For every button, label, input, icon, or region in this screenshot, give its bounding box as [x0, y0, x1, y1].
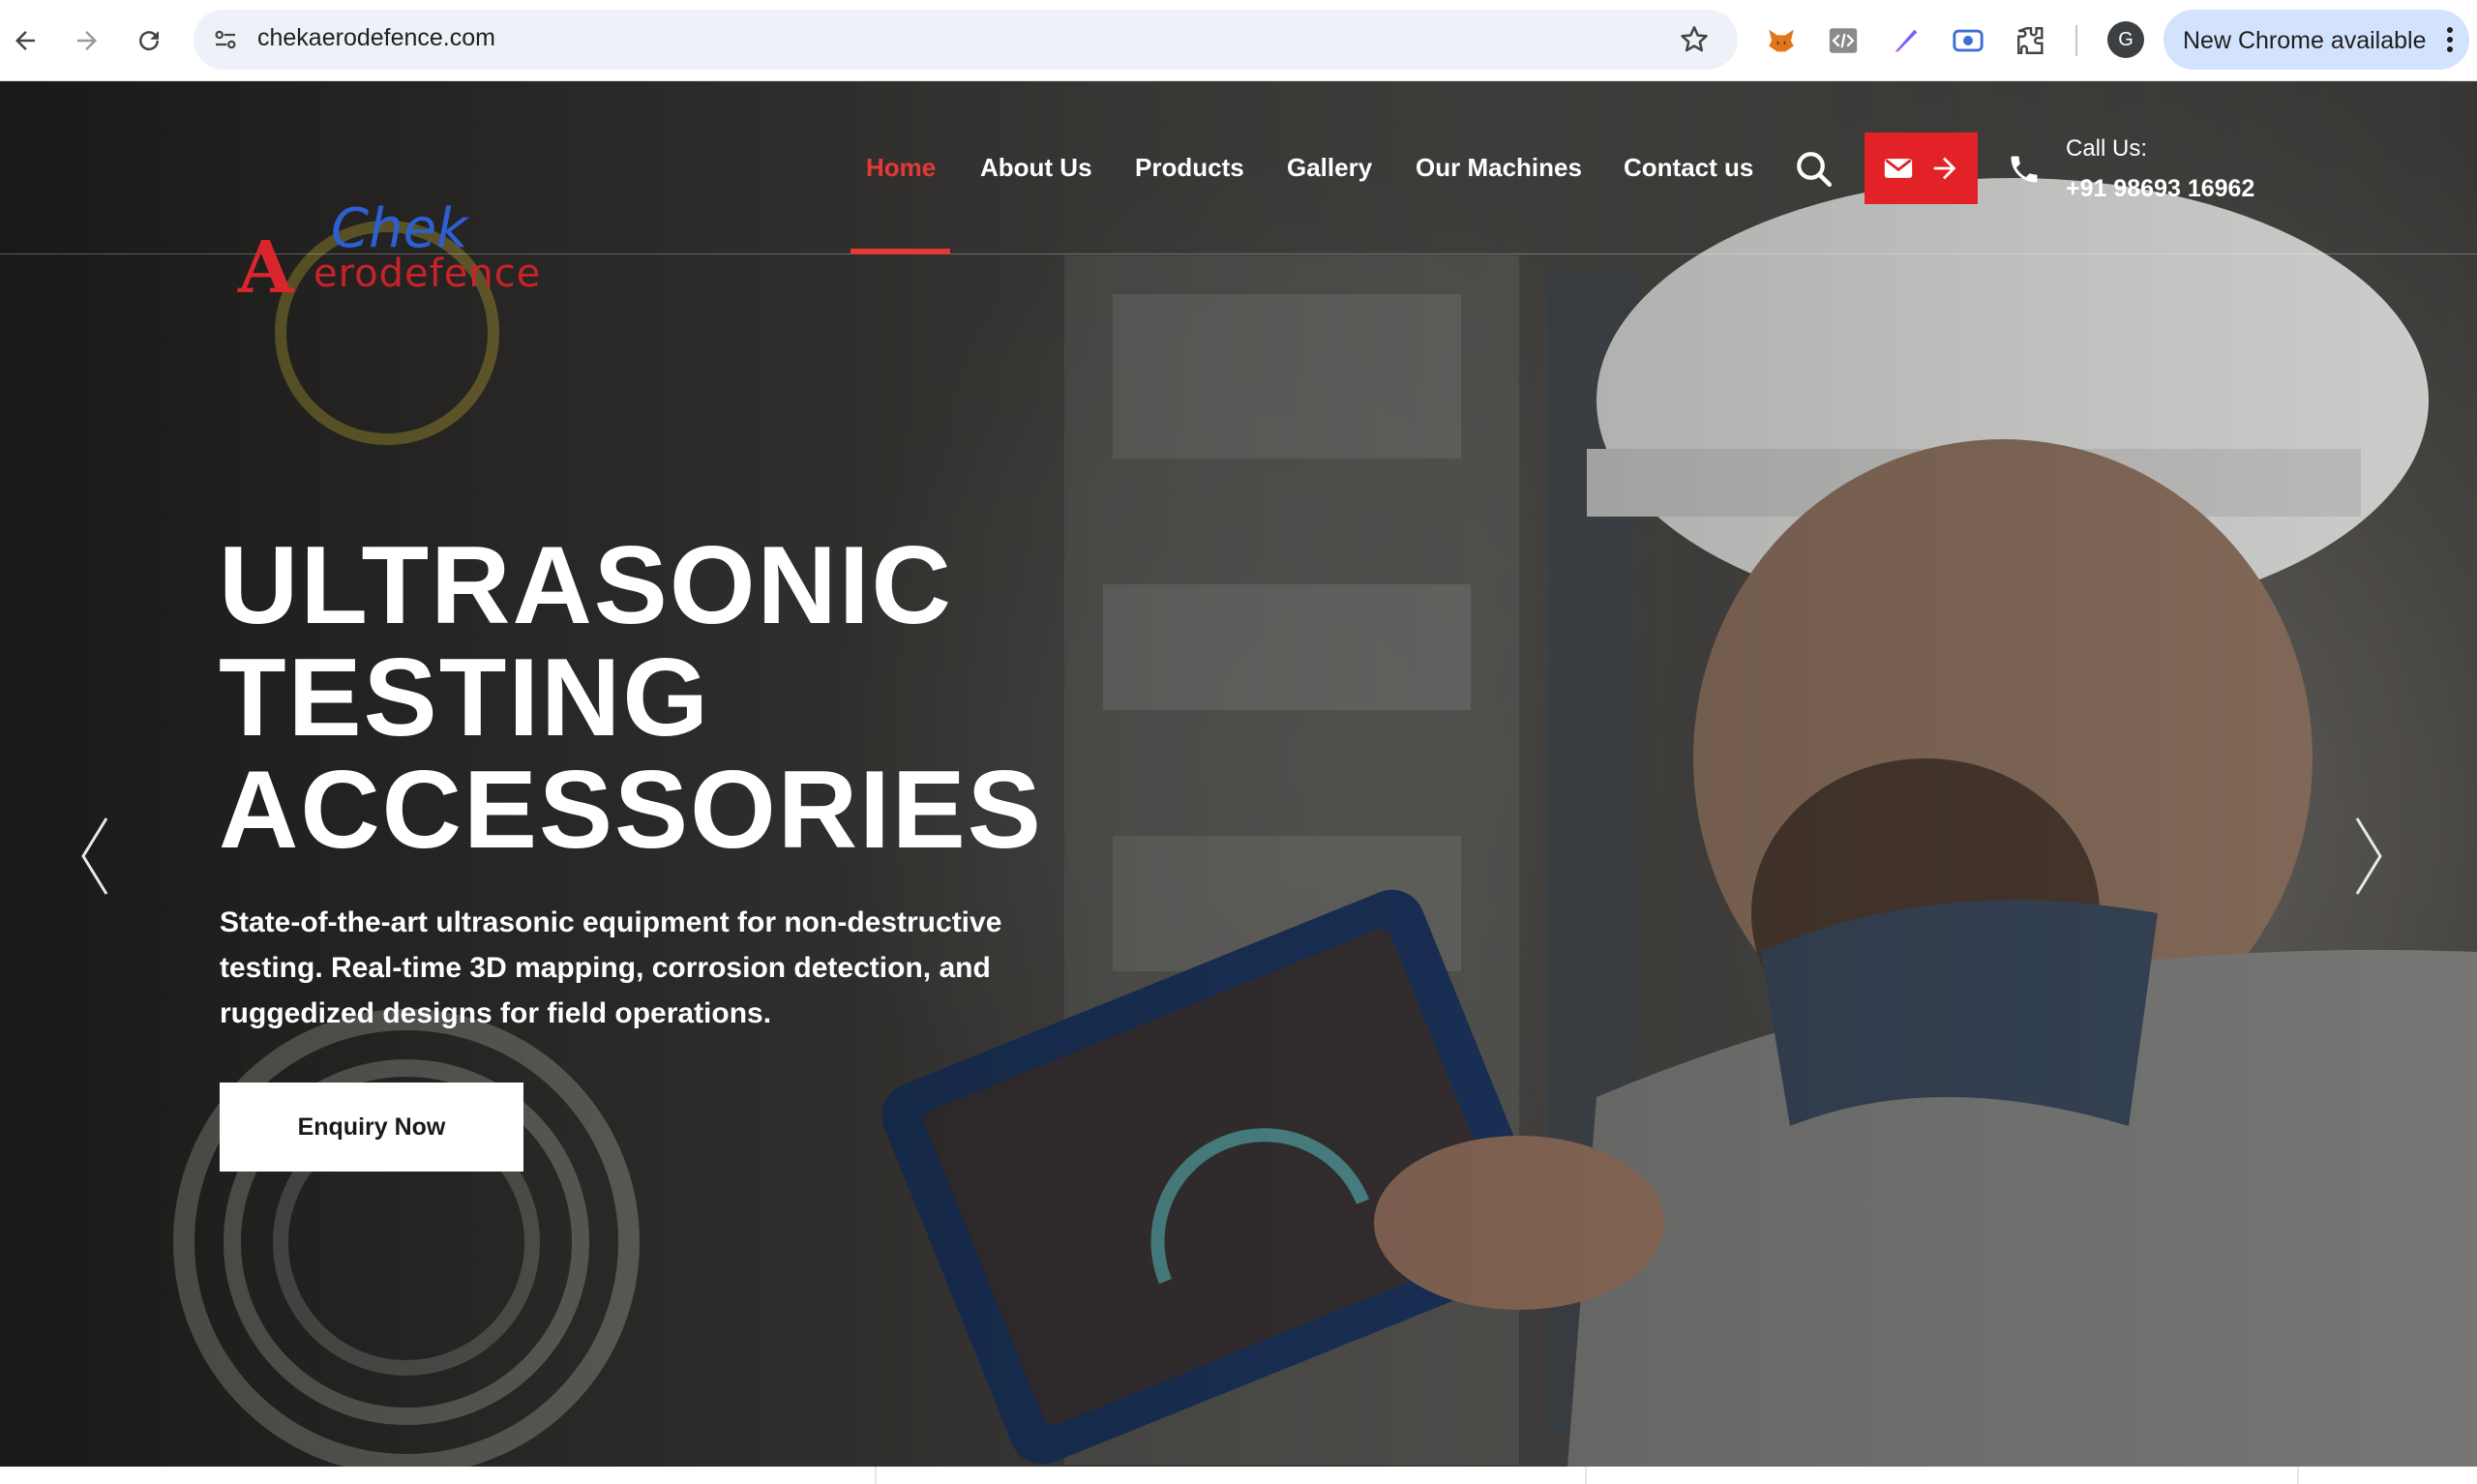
forward-arrow-icon	[77, 31, 97, 50]
browser-toolbar: chekaerodefence.com G New Chrome availab…	[0, 0, 2477, 81]
nav-home[interactable]: Home	[866, 153, 936, 183]
logo-erodefence-text: erodefence	[313, 252, 542, 296]
call-us-label: Call Us:	[2066, 135, 2148, 162]
hero-section: Chek A erodefence Home About Us Products…	[0, 81, 2477, 1467]
profile-avatar[interactable]: G	[2107, 21, 2144, 58]
hero-title-line-3: ACCESSORIES	[219, 749, 1043, 872]
strip-divider	[875, 1467, 877, 1484]
below-hero-strip	[0, 1467, 2477, 1484]
strip-divider	[2297, 1467, 2299, 1484]
mail-icon	[1884, 159, 1912, 178]
email-button[interactable]	[1865, 133, 1978, 204]
arrow-right-icon	[1933, 157, 1955, 180]
code-extension-icon[interactable]	[1824, 21, 1863, 60]
chrome-update-label: New Chrome available	[2183, 27, 2427, 54]
site-settings-icon[interactable]	[211, 25, 240, 54]
toolbar-divider	[2075, 25, 2077, 56]
slider-prev-arrow-icon[interactable]	[77, 815, 112, 898]
nav-products[interactable]: Products	[1135, 153, 1244, 183]
puzzle-extensions-icon[interactable]	[2012, 21, 2050, 60]
back-arrow-icon	[15, 31, 35, 50]
screen-record-extension-icon[interactable]	[1949, 21, 1987, 60]
logo-a-letter: A	[238, 226, 294, 310]
hero-title-line-2: TESTING	[219, 637, 711, 759]
hero-title: ULTRASONIC TESTING ACCESSORIES	[219, 530, 1186, 867]
enquiry-now-button[interactable]: Enquiry Now	[220, 1083, 523, 1172]
address-bar[interactable]: chekaerodefence.com	[194, 10, 1738, 70]
bookmark-star-icon[interactable]	[1678, 23, 1711, 56]
nav-gallery[interactable]: Gallery	[1287, 153, 1372, 183]
fox-extension-icon[interactable]	[1762, 21, 1801, 60]
reload-button[interactable]	[128, 19, 170, 62]
nav-contact-us[interactable]: Contact us	[1624, 153, 1753, 183]
strip-divider	[1585, 1467, 1587, 1484]
slider-next-arrow-icon[interactable]	[2351, 815, 2386, 898]
call-us-number[interactable]: +91 98693 16962	[2066, 175, 2254, 203]
nav-our-machines[interactable]: Our Machines	[1416, 153, 1582, 183]
forward-button[interactable]	[66, 19, 108, 62]
search-icon[interactable]	[1794, 149, 1835, 190]
hero-description: State-of-the-art ultrasonic equipment fo…	[220, 906, 1002, 1029]
url-text[interactable]: chekaerodefence.com	[257, 24, 495, 52]
more-menu-icon[interactable]	[2444, 25, 2456, 54]
nav-about-us[interactable]: About Us	[980, 153, 1092, 183]
chrome-update-button[interactable]: New Chrome available	[2164, 10, 2469, 70]
hero-title-line-1: ULTRASONIC	[219, 524, 953, 647]
site-logo[interactable]: Chek A erodefence	[238, 197, 540, 310]
nav-active-indicator	[851, 249, 950, 254]
back-button[interactable]	[4, 19, 46, 62]
phone-icon	[2011, 156, 2038, 183]
pen-extension-icon[interactable]	[1887, 21, 1925, 60]
reload-icon	[139, 31, 160, 51]
